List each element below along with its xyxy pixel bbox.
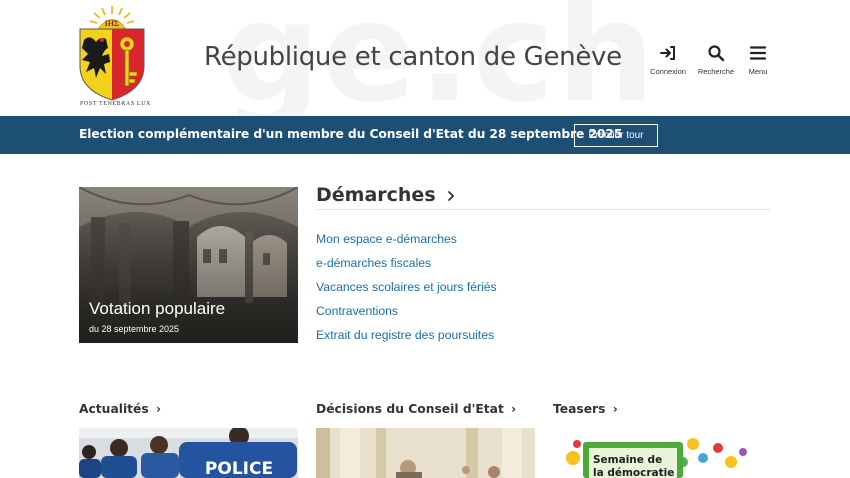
login-label: Connexion [650, 67, 686, 76]
menu-icon [749, 46, 767, 60]
login-icon [660, 46, 675, 60]
chevron-right-icon: › [156, 402, 162, 416]
section-teasers[interactable]: Teasers › [553, 402, 618, 416]
teaser-text-line1: Semaine de [593, 454, 662, 466]
svg-text:IHΣ: IHΣ [105, 19, 120, 28]
link-mon-espace-e-demarches[interactable]: Mon espace e-démarches [316, 232, 497, 256]
police-text: POLICE [205, 459, 273, 478]
menu-button[interactable]: Menu [733, 44, 783, 76]
demarches-heading-label: Démarches [316, 184, 436, 206]
teaser-democracy-week-image: Semaine de la démocratie [553, 428, 770, 478]
demarches-heading[interactable]: Démarches [316, 184, 456, 206]
section-actualites[interactable]: Actualités › [79, 402, 161, 416]
menu-label: Menu [748, 67, 768, 76]
chevron-right-icon: › [612, 402, 618, 416]
actualites-police-image[interactable]: POLICE [79, 428, 298, 478]
search-icon [708, 45, 725, 62]
site-title[interactable]: République et canton de Genève [204, 42, 622, 72]
council-room-image [316, 428, 535, 478]
chevron-right-icon: › [511, 402, 517, 416]
link-vacances-scolaires[interactable]: Vacances scolaires et jours fériés [316, 280, 497, 304]
geneva-coat-of-arms-logo[interactable]: IHΣ [76, 4, 148, 112]
feature-subtitle: du 28 septembre 2025 [89, 324, 180, 334]
decisions-conseil-image[interactable] [316, 428, 535, 478]
feature-title: Votation populaire [89, 299, 226, 318]
section-decisions-label: Décisions du Conseil d'Etat [316, 402, 504, 416]
election-banner-text[interactable]: Election complémentaire d'un membre du C… [79, 127, 622, 141]
teaser-semaine-democratie-image[interactable]: Semaine de la démocratie [553, 428, 770, 478]
votation-feature-card[interactable]: Votation populaire du 28 septembre 2025 [79, 187, 298, 343]
login-button[interactable]: Connexion [643, 44, 693, 76]
link-contraventions[interactable]: Contraventions [316, 304, 497, 328]
logo-motto: POST TENEBRAS LUX [80, 101, 151, 107]
section-teasers-label: Teasers [553, 402, 606, 416]
first-round-button[interactable]: Premier tour [574, 124, 658, 147]
courtyard-arcade-image [79, 187, 298, 343]
election-banner: Election complémentaire d'un membre du C… [0, 116, 850, 154]
section-decisions-conseil-etat[interactable]: Décisions du Conseil d'Etat › [316, 402, 516, 416]
search-label: Recherche [697, 67, 735, 76]
site-header: ge.ch IHΣ POST TENEBRAS LUX République e… [0, 0, 850, 116]
link-e-demarches-fiscales[interactable]: e-démarches fiscales [316, 256, 497, 280]
link-extrait-registre-poursuites[interactable]: Extrait du registre des poursuites [316, 328, 497, 352]
police-officers-image: POLICE [79, 428, 298, 478]
section-actualites-label: Actualités [79, 402, 149, 416]
chevron-right-icon [448, 190, 455, 201]
demarches-link-list: Mon espace e-démarches e-démarches fisca… [316, 232, 497, 352]
demarches-divider [316, 209, 770, 210]
teaser-text-line2: la démocratie [593, 467, 674, 478]
